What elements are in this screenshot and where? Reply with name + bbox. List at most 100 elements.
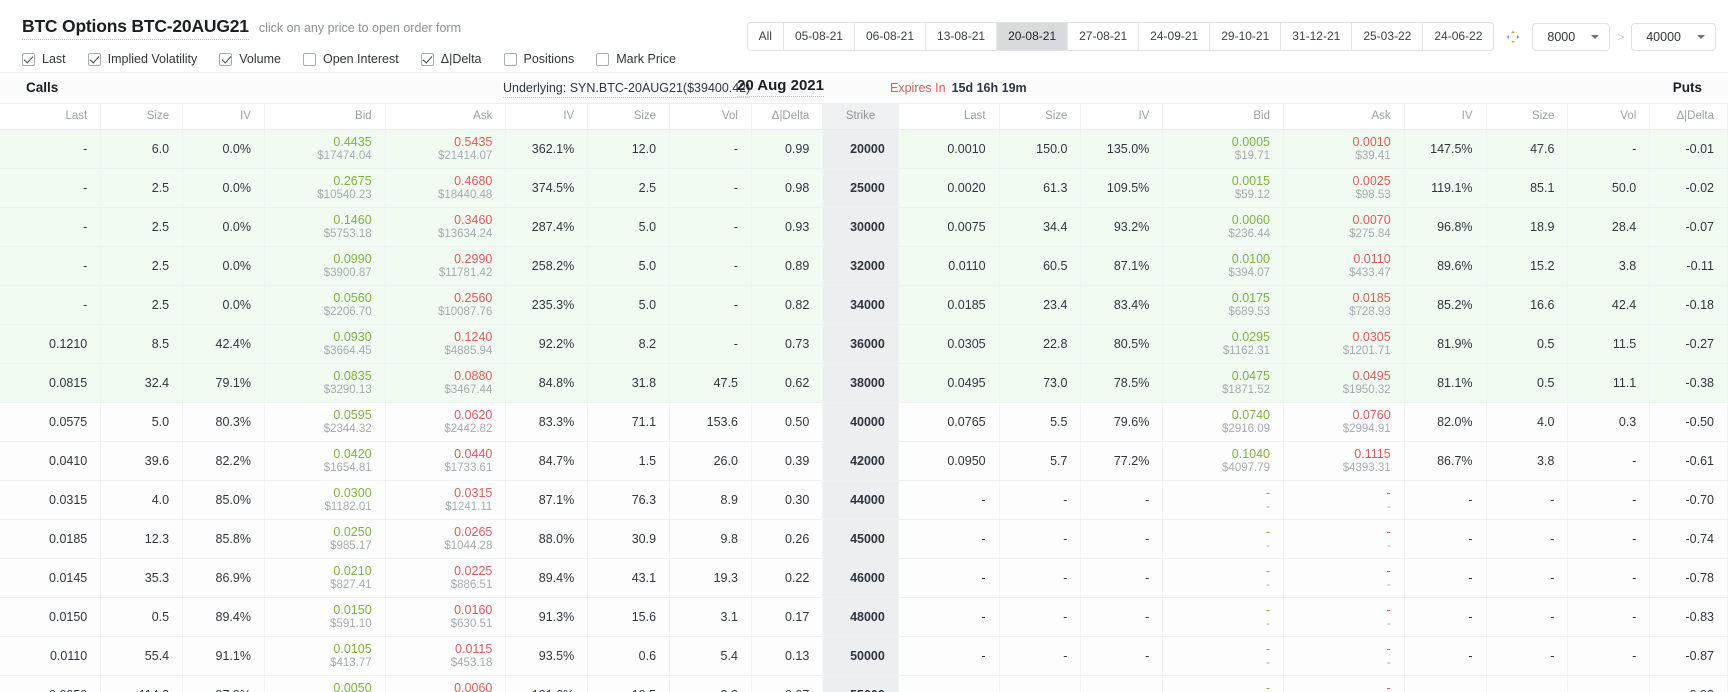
expiry-tab-27-08-21[interactable]: 27-08-21 [1068,23,1140,50]
arrows-expand-icon[interactable] [1502,26,1524,48]
expiry-tab-25-03-22[interactable]: 25-03-22 [1352,23,1424,50]
call-iv-ask: 83.3% [505,402,589,442]
put-ask[interactable]: 0.0495 $1950.32 [1283,363,1405,403]
column-toggle-last[interactable]: Last [22,52,66,66]
expiry-tab-20-08-21[interactable]: 20-08-21 [997,23,1069,50]
put-ask[interactable]: -- [1283,519,1405,559]
put-bid[interactable]: 0.0175 $689.53 [1162,285,1284,325]
call-last: 0.0150 [0,597,102,637]
put-bid[interactable]: 0.0060 $236.44 [1162,207,1284,247]
call-ask[interactable]: 0.0620 $2442.82 [385,402,507,442]
put-bid[interactable]: 0.0100 $394.07 [1162,246,1284,286]
call-bid[interactable]: 0.0990 $3900.87 [264,246,386,286]
call-bid[interactable]: 0.0250 $985.17 [264,519,386,559]
call-bid[interactable]: 0.2675 $10540.23 [264,168,386,208]
expiry-tab-05-08-21[interactable]: 05-08-21 [784,23,855,50]
column-toggle-positions[interactable]: Positions [503,52,574,66]
put-bid[interactable]: 0.0475 $1871.52 [1162,363,1284,403]
call-volume: 47.5 [669,363,752,403]
put-ask[interactable]: 0.0110 $433.47 [1283,246,1405,286]
column-toggle-volume[interactable]: Volume [219,52,281,66]
put-iv-bid: - [1080,558,1164,598]
put-ask[interactable]: 0.0025 $98.53 [1283,168,1405,208]
expiry-tab-31-12-21[interactable]: 31-12-21 [1281,23,1353,50]
call-bid[interactable]: 0.0835 $3290.13 [264,363,386,403]
checkbox-icon[interactable] [302,52,316,66]
call-ask[interactable]: 0.0225 $886.51 [385,558,507,598]
call-ask[interactable]: 0.5435 $21414.07 [385,129,507,169]
checkbox-icon[interactable] [87,52,101,66]
column-toggle-implied-volatility[interactable]: Implied Volatility [87,52,197,66]
call-ask[interactable]: 0.2560 $10087.76 [385,285,507,325]
put-bid[interactable]: 0.0015 $59.12 [1162,168,1284,208]
expiry-tab-24-09-21[interactable]: 24-09-21 [1139,23,1211,50]
call-bid[interactable]: 0.0420 $1654.81 [264,441,386,481]
put-ask[interactable]: -- [1283,675,1405,692]
put-ask[interactable]: -- [1283,558,1405,598]
checkbox-icon[interactable] [596,52,610,66]
put-bid[interactable]: -- [1162,558,1284,598]
put-ask[interactable]: -- [1283,597,1405,637]
put-ask[interactable]: 0.1115 $4393.31 [1283,441,1405,481]
put-ask[interactable]: 0.0760 $2994.91 [1283,402,1405,442]
expiry-tab-13-08-21[interactable]: 13-08-21 [926,23,998,50]
put-bid[interactable]: 0.0005 $19.71 [1162,129,1284,169]
expiry-tab-06-08-21[interactable]: 06-08-21 [855,23,927,50]
call-bid[interactable]: 0.0210 $827.41 [264,558,386,598]
put-bid[interactable]: -- [1162,480,1284,520]
call-bid[interactable]: 0.4435 $17474.04 [264,129,386,169]
strike-max-select[interactable]: 40000 [1631,22,1716,51]
put-bid[interactable]: 0.0295 $1162.31 [1162,324,1284,364]
put-ask[interactable]: 0.0305 $1201.71 [1283,324,1405,364]
call-ask[interactable]: 0.0315 $1241.11 [385,480,507,520]
put-bid[interactable]: -- [1162,675,1284,692]
call-ask[interactable]: 0.4680 $18440.48 [385,168,507,208]
call-bid[interactable]: 0.0150 $591.10 [264,597,386,637]
call-bid[interactable]: 0.0105 $413.77 [264,636,386,676]
put-bid[interactable]: 0.0740 $2916.09 [1162,402,1284,442]
put-bid[interactable]: 0.1040 $4097.79 [1162,441,1284,481]
column-toggle-open-interest[interactable]: Open Interest [302,52,399,66]
column-toggle-delta[interactable]: Δ|Delta [420,52,482,66]
call-bid[interactable]: 0.0930 $3664.45 [264,324,386,364]
call-bid[interactable]: 0.0300 $1182.01 [264,480,386,520]
call-ask[interactable]: 0.0440 $1733.61 [385,441,507,481]
put-iv-ask: - [1404,636,1487,676]
checkbox-icon[interactable] [219,52,233,66]
call-ask[interactable]: 0.0160 $630.51 [385,597,507,637]
expiry-tab-29-10-21[interactable]: 29-10-21 [1210,23,1282,50]
call-delta: 0.22 [751,558,824,598]
call-bid[interactable]: 0.0595 $2344.32 [264,402,386,442]
column-toggle-mark-price[interactable]: Mark Price [596,52,676,66]
expiry-tab-all[interactable]: All [748,23,784,50]
put-ask[interactable]: -- [1283,636,1405,676]
put-bid[interactable]: -- [1162,597,1284,637]
checkbox-icon[interactable] [503,52,517,66]
checkbox-icon[interactable] [22,52,35,66]
call-ask[interactable]: 0.0265 $1044.28 [385,519,507,559]
call-ask[interactable]: 0.1240 $4885.94 [385,324,507,364]
call-ask[interactable]: 0.3460 $13634.24 [385,207,507,247]
checkbox-icon[interactable] [420,52,434,66]
put-bid[interactable]: -- [1162,519,1284,559]
call-ask[interactable]: 0.0060$236.44 [385,675,507,692]
strike-min-select[interactable]: 8000 [1532,22,1611,51]
call-ask[interactable]: 0.0115 $453.18 [385,636,507,676]
put-ask[interactable]: 0.0185 $728.93 [1283,285,1405,325]
call-ask[interactable]: 0.2990 $11781.42 [385,246,507,286]
call-bid[interactable]: 0.0050$197.03 [264,675,386,692]
put-ask[interactable]: -- [1283,480,1405,520]
call-bid[interactable]: 0.1460 $5753.18 [264,207,386,247]
call-iv-ask: 374.5% [505,168,589,208]
call-bid[interactable]: 0.0560 $2206.70 [264,285,386,325]
put-bid[interactable]: -- [1162,636,1284,676]
expiry-tab-24-06-22[interactable]: 24-06-22 [1423,23,1493,50]
put-ask[interactable]: 0.0070 $275.84 [1283,207,1405,247]
col-header-put-iv-5: IV [1404,104,1487,130]
strike-value: 20000 [822,129,899,169]
call-ask[interactable]: 0.0880 $3467.44 [385,363,507,403]
put-delta: -0.93 [1649,675,1728,692]
col-header-call-vol-7: Vol [669,104,752,130]
call-last: - [0,246,102,286]
put-ask[interactable]: 0.0010 $39.41 [1283,129,1405,169]
